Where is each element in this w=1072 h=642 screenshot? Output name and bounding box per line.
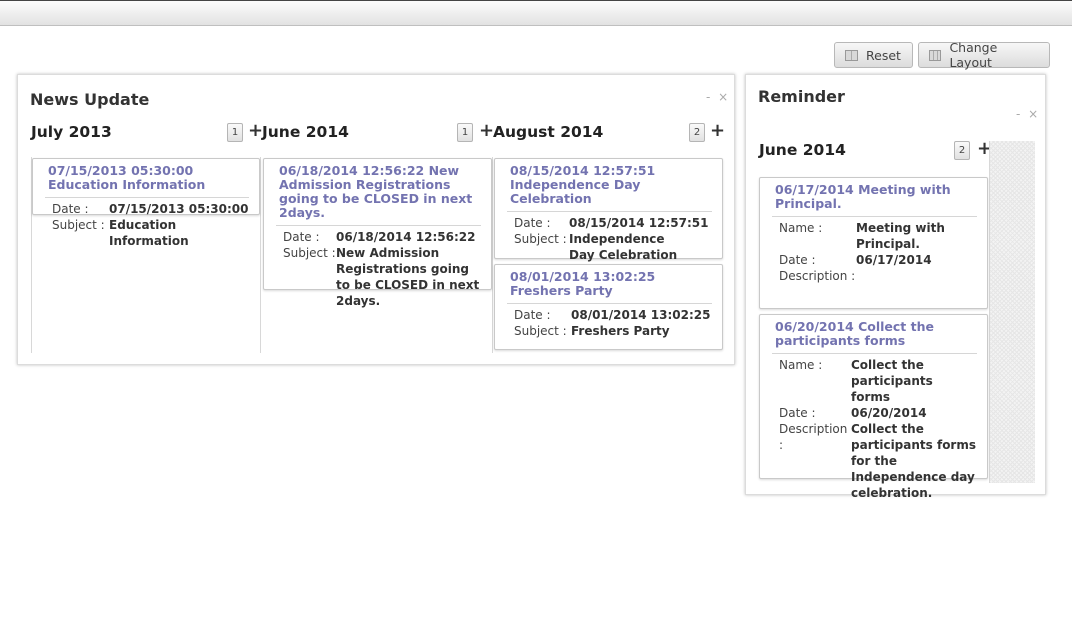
column-heading: July 2013 <box>31 123 112 141</box>
field-row: Date : 07/15/2013 05:30:00 <box>52 201 253 217</box>
news-card[interactable]: 08/15/2014 12:57:51 Independence Day Cel… <box>494 158 723 262</box>
news-card[interactable]: 06/18/2014 12:56:22 New Admission Regist… <box>263 158 492 308</box>
field-row: Date : 06/18/2014 12:56:22 <box>283 229 485 245</box>
field-row: Description : Collect the participants f… <box>779 421 981 501</box>
card-divider <box>507 303 712 304</box>
field-value: 06/17/2014 <box>856 253 932 267</box>
panel-title: Reminder <box>758 87 845 106</box>
field-value: Independence Day Celebration <box>569 232 678 262</box>
field-row: Name : Meeting with Principal. <box>779 220 981 252</box>
field-row: Name : Collect the participants forms <box>779 357 981 405</box>
card-divider <box>276 225 481 226</box>
card-title[interactable]: 08/01/2014 13:02:25 Freshers Party <box>495 270 722 298</box>
field-value: New Admission Registrations going to be … <box>336 246 480 308</box>
field-row: Description : <box>779 268 981 284</box>
field-value: Collect the participants forms for the I… <box>851 422 976 500</box>
card-divider <box>772 216 977 217</box>
field-value: 06/20/2014 <box>851 406 927 420</box>
panel-title: News Update <box>30 90 150 109</box>
add-item-button[interactable]: + <box>248 120 263 141</box>
news-column-august-2014: August 2014 2 + 08/15/2014 12:57:51 Inde… <box>493 120 725 353</box>
column-divider <box>260 157 261 353</box>
field-label: Name : <box>779 221 823 235</box>
card-title[interactable]: 06/20/2014 Collect the participants form… <box>760 320 987 348</box>
field-row: Date : 06/17/2014 <box>779 252 981 268</box>
panel-controls[interactable]: - × <box>706 90 730 104</box>
field-value: 08/15/2014 12:57:51 <box>569 216 709 230</box>
card-title[interactable]: 07/15/2013 05:30:00 Education Informatio… <box>33 164 259 192</box>
reminder-card[interactable]: 06/17/2014 Meeting with Principal. Name … <box>759 177 988 309</box>
change-layout-button[interactable]: Change Layout <box>918 40 1050 70</box>
column-heading: August 2014 <box>493 123 604 141</box>
count-badge: 2 <box>954 141 970 160</box>
field-label: Subject : <box>514 232 567 246</box>
field-value: Meeting with Principal. <box>856 221 945 251</box>
top-bar <box>0 0 1072 26</box>
add-item-button[interactable]: + <box>479 120 494 141</box>
field-row: Date : 06/20/2014 <box>779 405 981 421</box>
field-label: Description : <box>779 422 848 452</box>
change-layout-label: Change Layout <box>949 40 998 70</box>
field-label: Subject : <box>283 246 336 260</box>
card-divider <box>45 197 249 198</box>
field-row: Subject : New Admission Registrations go… <box>283 245 485 309</box>
field-row: Subject : Education Information <box>52 217 253 249</box>
field-label: Date : <box>779 253 816 267</box>
card-title[interactable]: 06/18/2014 12:56:22 New Admission Regist… <box>264 164 491 220</box>
field-row: Subject : Freshers Party <box>514 323 716 339</box>
field-row: Date : 08/15/2014 12:57:51 <box>514 215 716 231</box>
field-value: 06/18/2014 12:56:22 <box>336 230 476 244</box>
field-label: Date : <box>514 216 551 230</box>
panel-controls[interactable]: - × <box>1016 107 1040 121</box>
card-title[interactable]: 08/15/2014 12:57:51 Independence Day Cel… <box>495 164 722 206</box>
field-label: Description : <box>779 269 856 283</box>
reset-icon <box>845 49 858 61</box>
field-value: 07/15/2013 05:30:00 <box>109 202 249 216</box>
add-item-button[interactable]: + <box>710 120 725 141</box>
field-label: Date : <box>779 406 816 420</box>
column-heading: June 2014 <box>759 141 846 159</box>
field-label: Subject : <box>52 218 105 232</box>
news-column-july-2013: July 2013 1 + 07/15/2013 05:30:00 Educat… <box>31 120 263 353</box>
field-row: Date : 08/01/2014 13:02:25 <box>514 307 716 323</box>
empty-column-dropzone <box>990 141 1035 483</box>
field-value: Education Information <box>109 218 189 248</box>
field-row: Subject : Independence Day Celebration <box>514 231 716 263</box>
field-label: Subject : <box>514 324 567 338</box>
layout-icon <box>929 49 942 61</box>
field-value: Freshers Party <box>571 324 670 338</box>
count-badge: 1 <box>457 123 473 142</box>
count-badge: 1 <box>227 123 243 142</box>
reset-label: Reset <box>866 47 901 63</box>
field-label: Date : <box>52 202 89 216</box>
reminder-card[interactable]: 06/20/2014 Collect the participants form… <box>759 314 988 500</box>
field-value: 08/01/2014 13:02:25 <box>571 308 711 322</box>
card-divider <box>507 211 712 212</box>
column-heading: June 2014 <box>262 123 349 141</box>
field-value: Collect the participants forms <box>851 358 933 404</box>
news-card[interactable]: 08/01/2014 13:02:25 Freshers Party Date … <box>494 264 723 350</box>
news-column-june-2014: June 2014 1 + 06/18/2014 12:56:22 New Ad… <box>262 120 494 353</box>
field-label: Date : <box>283 230 320 244</box>
card-title[interactable]: 06/17/2014 Meeting with Principal. <box>760 183 987 211</box>
news-update-panel: News Update - × July 2013 1 + 07/15/2013… <box>17 74 735 365</box>
field-label: Name : <box>779 358 823 372</box>
news-card[interactable]: 07/15/2013 05:30:00 Education Informatio… <box>32 158 260 248</box>
card-divider <box>772 353 977 354</box>
reminder-panel: Reminder - × June 2014 2 + 06/17/2014 Me… <box>745 74 1046 500</box>
reset-button[interactable]: Reset <box>834 42 913 68</box>
field-label: Date : <box>514 308 551 322</box>
count-badge: 2 <box>689 123 705 142</box>
reminder-column-june-2014: June 2014 2 + 06/17/2014 Meeting with Pr… <box>759 138 992 500</box>
